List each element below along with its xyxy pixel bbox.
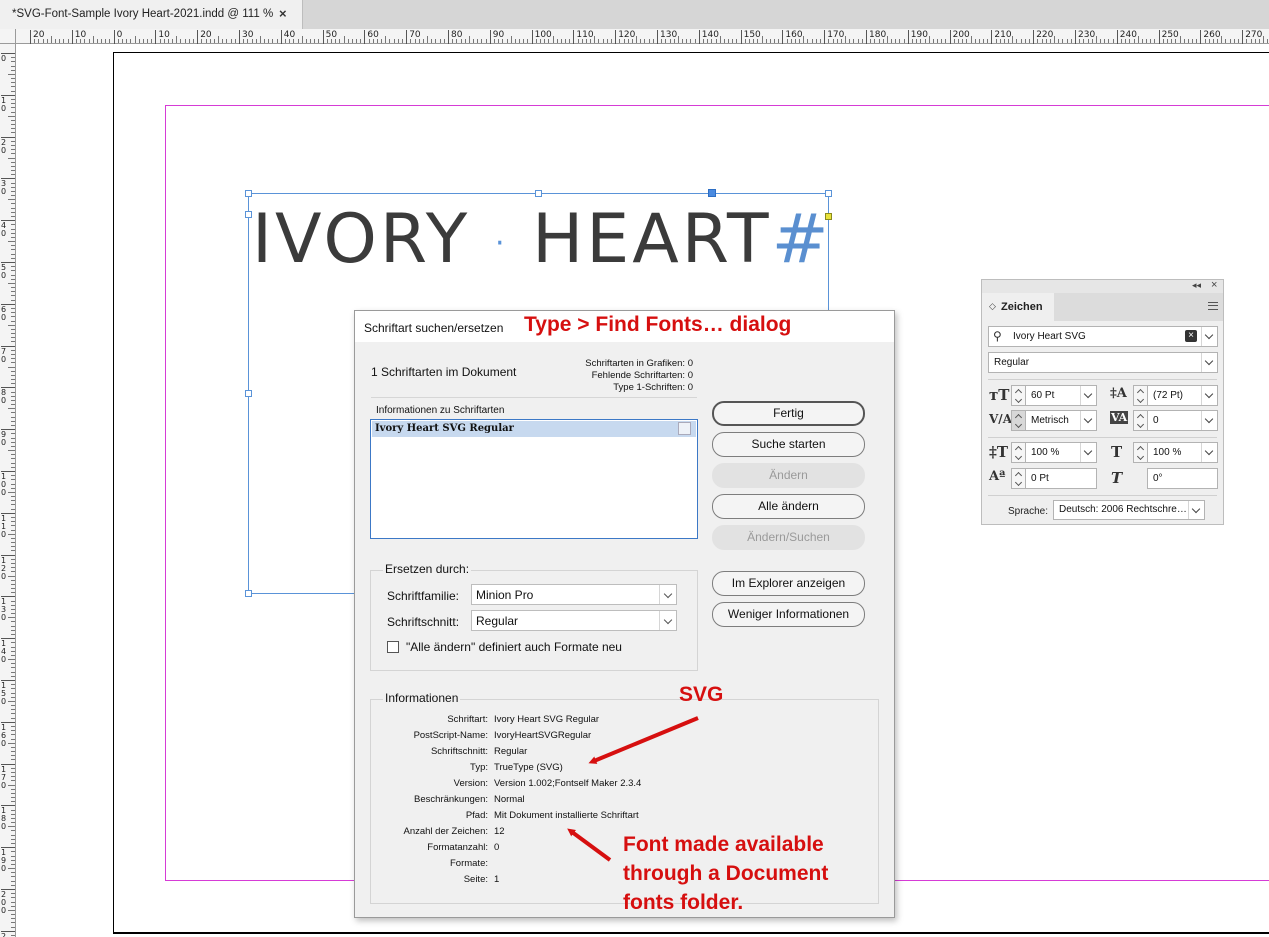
- kerning-field[interactable]: Metrisch: [1025, 410, 1097, 431]
- chevron-down-icon[interactable]: [1201, 411, 1217, 430]
- language-value: Deutsch: 2006 Rechtschre…: [1059, 504, 1187, 515]
- horizontal-scale-icon: T: [1111, 443, 1123, 461]
- leading-icon: ‡A: [1110, 386, 1127, 401]
- font-size-icon: тT: [989, 386, 1010, 404]
- character-panel: ◂◂ × ◇ Zeichen ⚲ Ivory Heart SVG × Regul…: [981, 279, 1224, 525]
- chevron-down-icon[interactable]: [1201, 327, 1217, 346]
- kerning-icon: V/A: [989, 412, 1013, 426]
- tab-zeichen-label: Zeichen: [1001, 301, 1043, 313]
- horizontal-scale-value: 100 %: [1153, 447, 1182, 458]
- vertical-scale-stepper[interactable]: [1011, 442, 1025, 463]
- chevron-down-icon[interactable]: [1201, 443, 1217, 462]
- arrow-to-path: [567, 828, 612, 862]
- baseline-shift-value: 0 Pt: [1031, 473, 1049, 484]
- tab-zeichen[interactable]: ◇ Zeichen: [982, 293, 1054, 321]
- font-style-field[interactable]: Regular: [988, 352, 1218, 373]
- clear-icon[interactable]: ×: [1185, 330, 1197, 342]
- horizontal-scale-stepper[interactable]: [1133, 442, 1147, 463]
- baseline-shift-field[interactable]: 0 Pt: [1025, 468, 1097, 489]
- panel-menu-icon[interactable]: [1208, 302, 1218, 310]
- leading-field[interactable]: (72 Pt): [1147, 385, 1218, 406]
- language-select[interactable]: Deutsch: 2006 Rechtschre…: [1053, 500, 1205, 520]
- tracking-icon: VA: [1110, 411, 1129, 424]
- divider: [988, 379, 1217, 380]
- panel-tab-row: ◇ Zeichen: [982, 293, 1223, 321]
- baseline-shift-stepper[interactable]: [1011, 468, 1025, 489]
- skew-icon: T: [1111, 469, 1123, 487]
- chevron-down-icon[interactable]: [1188, 501, 1204, 519]
- search-icon: ⚲: [993, 329, 1002, 343]
- skew-value: 0°: [1153, 473, 1163, 484]
- chevron-updown-icon: ◇: [989, 301, 996, 311]
- tracking-stepper[interactable]: [1133, 410, 1147, 431]
- chevron-down-icon[interactable]: [1080, 386, 1096, 405]
- collapse-icon[interactable]: ◂◂: [1192, 280, 1201, 291]
- chevron-down-icon[interactable]: [1080, 443, 1096, 462]
- divider: [988, 495, 1217, 496]
- tracking-value: 0: [1153, 415, 1159, 426]
- font-family-field[interactable]: ⚲ Ivory Heart SVG ×: [988, 326, 1218, 347]
- vertical-scale-icon: ‡T: [989, 443, 1009, 461]
- font-size-value: 60 Pt: [1031, 390, 1055, 401]
- font-size-field[interactable]: 60 Pt: [1025, 385, 1097, 406]
- chevron-down-icon[interactable]: [1201, 353, 1217, 372]
- leading-stepper[interactable]: [1133, 385, 1147, 406]
- kerning-stepper[interactable]: [1011, 410, 1025, 431]
- kerning-value: Metrisch: [1031, 415, 1069, 426]
- panel-header[interactable]: ◂◂ ×: [982, 279, 1223, 293]
- divider: [988, 437, 1217, 438]
- language-label: Sprache:: [1008, 506, 1049, 517]
- tracking-field[interactable]: 0: [1147, 410, 1218, 431]
- chevron-down-icon[interactable]: [1201, 386, 1217, 405]
- font-family-field-value: Ivory Heart SVG: [1013, 331, 1086, 342]
- vertical-scale-value: 100 %: [1031, 447, 1060, 458]
- font-style-field-value: Regular: [994, 357, 1030, 368]
- close-icon[interactable]: ×: [1211, 279, 1217, 291]
- skew-field[interactable]: 0°: [1147, 468, 1218, 489]
- baseline-shift-icon: Aª: [989, 469, 1006, 484]
- font-size-stepper[interactable]: [1011, 385, 1025, 406]
- leading-value: (72 Pt): [1153, 390, 1184, 401]
- arrow-to-type: [588, 716, 699, 764]
- horizontal-scale-field[interactable]: 100 %: [1147, 442, 1218, 463]
- chevron-down-icon[interactable]: [1080, 411, 1096, 430]
- indesign-workspace: *SVG-Font-Sample Ivory Heart-2021.indd @…: [0, 0, 1269, 937]
- vertical-scale-field[interactable]: 100 %: [1025, 442, 1097, 463]
